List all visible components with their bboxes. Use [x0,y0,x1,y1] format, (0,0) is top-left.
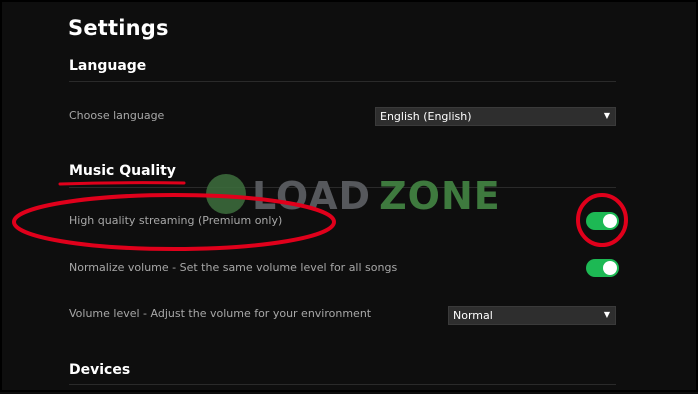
loadzone-logo-icon [206,174,246,214]
normalize-volume-label: Normalize volume - Set the same volume l… [69,261,398,274]
language-select-value: English (English) [380,110,472,123]
volume-level-select-value: Normal [453,309,493,322]
high-quality-streaming-label: High quality streaming (Premium only) [69,214,283,227]
divider [69,384,616,385]
volume-level-select[interactable]: Normal ▼ [448,306,616,325]
annotation-underline [58,181,186,186]
toggle-knob [603,261,617,275]
toggle-knob [603,214,617,228]
watermark-word-zone: ZONE [379,174,501,218]
caret-down-icon: ▼ [603,111,610,120]
section-heading-music-quality: Music Quality [69,163,176,179]
divider [69,81,616,82]
language-select[interactable]: English (English) ▼ [375,107,616,126]
page-title: Settings [68,16,169,40]
high-quality-streaming-toggle[interactable] [586,212,619,230]
volume-level-label: Volume level - Adjust the volume for you… [69,307,372,320]
section-heading-devices: Devices [69,362,131,378]
normalize-volume-toggle[interactable] [586,259,619,277]
choose-language-label: Choose language [69,109,165,122]
section-heading-language: Language [69,58,147,74]
caret-down-icon: ▼ [603,310,610,319]
watermark-word-load: LOAD [252,174,372,218]
watermark: LOAD ZONE [252,174,501,218]
settings-window: Settings Language Choose language Englis… [0,0,698,392]
